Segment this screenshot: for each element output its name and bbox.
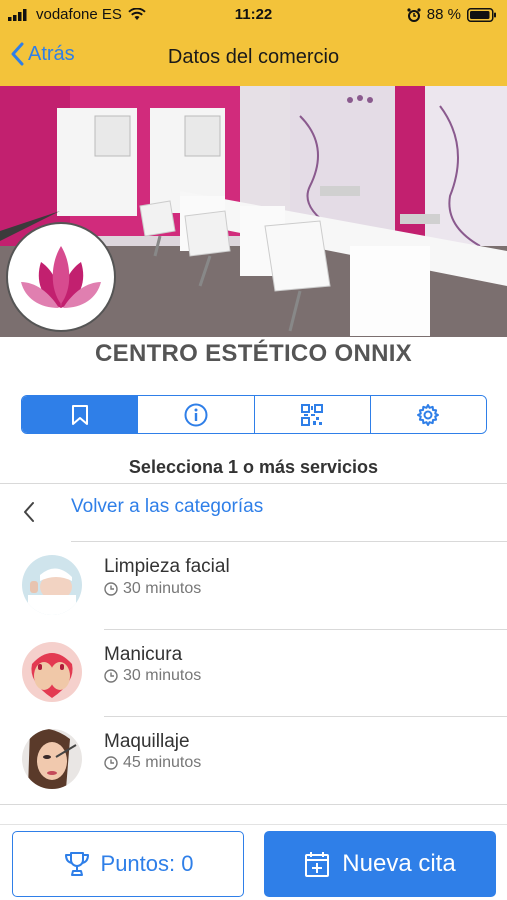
service-duration: 30 minutos [104, 580, 201, 598]
tab-services[interactable] [22, 396, 139, 433]
points-button[interactable]: Puntos: 0 [12, 831, 244, 897]
info-icon [184, 403, 208, 426]
service-thumbnail [22, 642, 82, 702]
service-item-maquillaje[interactable]: Maquillaje 45 minutos [0, 717, 507, 803]
tab-info[interactable] [138, 396, 255, 433]
bookmark-icon [71, 404, 88, 425]
services-section-title: Selecciona 1 o más servicios [128, 457, 379, 477]
battery-percent: 88 % [426, 6, 461, 23]
chevron-left-icon [24, 502, 34, 522]
tab-qr-code[interactable] [254, 396, 371, 433]
back-to-categories-chevron[interactable] [22, 500, 36, 529]
status-right: 88 % [407, 6, 497, 23]
business-name: CENTRO ESTÉTICO ONNIX [95, 340, 412, 367]
service-duration-text: 30 minutos [123, 667, 202, 684]
service-name: Maquillaje [104, 731, 190, 752]
divider [71, 541, 507, 542]
service-duration: 45 minutos [104, 754, 201, 772]
lotus-logo-icon [21, 246, 101, 308]
calendar-plus-icon [305, 852, 330, 877]
gear-icon [417, 403, 440, 426]
bottom-action-bar: Puntos: 0 Nueva cita [0, 824, 507, 900]
clock-icon [104, 582, 118, 596]
business-tabs [21, 395, 487, 434]
service-item-limpieza-facial[interactable]: Limpieza facial 30 minutos [0, 543, 507, 629]
new-appointment-label: Nueva cita [342, 850, 456, 877]
service-item-manicura[interactable]: Manicura 30 minutos [0, 630, 507, 716]
service-duration-text: 30 minutos [123, 580, 202, 597]
new-appointment-button[interactable]: Nueva cita [264, 831, 496, 897]
page-title: Datos del comercio [167, 46, 340, 68]
alarm-icon [407, 7, 421, 22]
business-logo [6, 222, 116, 332]
tab-settings[interactable] [370, 396, 486, 433]
divider [0, 483, 507, 484]
battery-icon [467, 7, 496, 22]
divider [0, 804, 507, 805]
back-to-categories-link[interactable]: Volver a las categorías [71, 496, 263, 518]
clock-icon [104, 669, 118, 683]
service-name: Manicura [104, 644, 183, 665]
service-thumbnail [22, 555, 82, 615]
status-bar: vodafone ES 11:22 88 % [0, 0, 507, 30]
service-duration: 30 minutos [104, 667, 201, 685]
service-duration-text: 45 minutos [123, 754, 202, 771]
qr-code-icon [301, 403, 324, 426]
navigation-bar: Atrás Datos del comercio [0, 30, 507, 86]
service-thumbnail [22, 729, 82, 789]
service-name: Limpieza facial [104, 556, 230, 577]
clock-icon [104, 756, 118, 770]
points-label: Puntos: 0 [100, 851, 194, 876]
trophy-icon [64, 852, 89, 876]
